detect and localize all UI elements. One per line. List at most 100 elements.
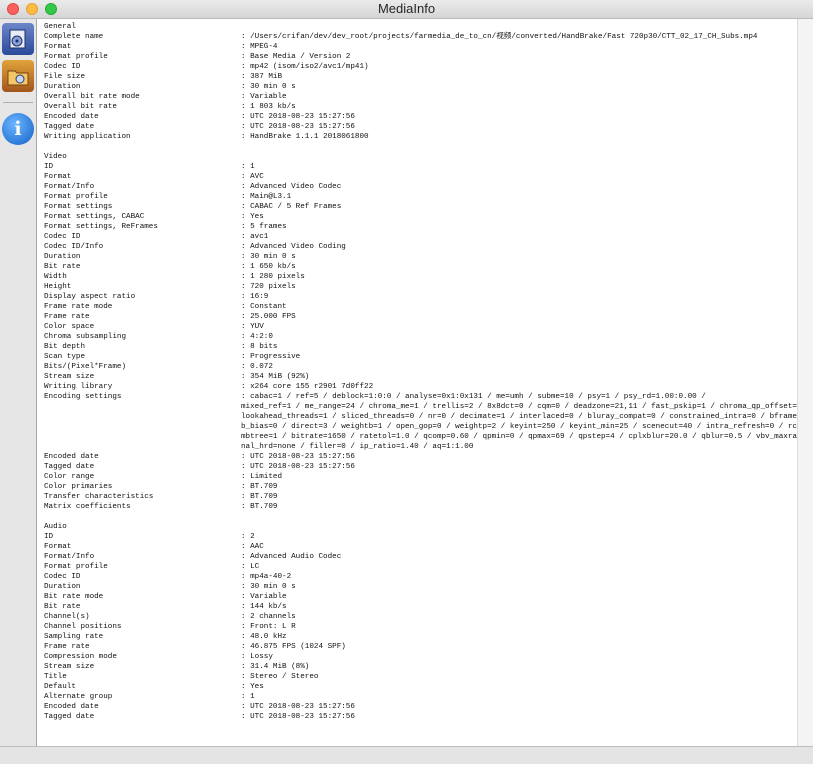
info-row: Encoding settings: cabac=1 / ref=5 / deb… xyxy=(44,392,797,402)
field-label: Channel(s) xyxy=(44,613,90,621)
field-label: Matrix coefficients xyxy=(44,503,131,511)
field-label: Duration xyxy=(44,583,81,591)
field-label: Duration xyxy=(44,253,81,261)
field-label: Bit rate xyxy=(44,263,81,271)
info-row: Bit rate : 1 650 kb/s xyxy=(44,262,797,272)
field-label: Format settings xyxy=(44,203,113,211)
field-value: : Advanced Video Coding xyxy=(241,243,346,251)
info-row: Duration: 30 min 0 s xyxy=(44,82,797,92)
field-label: Encoded date xyxy=(44,703,99,711)
field-label: Bit rate xyxy=(44,603,81,611)
field-value: : 8 bits xyxy=(241,343,278,351)
info-row: nal_hrd=none / filler=0 / ip_ratio=1.40 … xyxy=(44,442,797,452)
field-label: Codec ID/Info xyxy=(44,243,104,251)
info-row: Stream size: 354 MiB (92%) xyxy=(44,372,797,382)
info-row: Encoded date: UTC 2018-08-23 15:27:56 xyxy=(44,112,797,122)
info-row: Transfer characteristics: BT.709 xyxy=(44,492,797,502)
field-value: : Base Media / Version 2 xyxy=(241,53,351,61)
field-label: Overall bit rate mode xyxy=(44,93,140,101)
field-value: : 30 min 0 s xyxy=(241,583,296,591)
field-value: : UTC 2018-08-23 15:27:56 xyxy=(241,453,355,461)
field-value: : Limited xyxy=(241,473,283,481)
section-title: General xyxy=(44,23,76,31)
field-value: lookahead_threads=1 / sliced_threads=0 /… xyxy=(241,413,797,421)
field-value: b_bias=0 / direct=3 / weightb=1 / open_g… xyxy=(241,423,797,431)
field-value: : 46.875 FPS (1024 SPF) xyxy=(241,643,346,651)
field-value: : Main@L3.1 xyxy=(241,193,292,201)
open-folder-icon xyxy=(7,70,29,86)
vertical-scrollbar[interactable] xyxy=(797,19,813,746)
field-value: : avc1 xyxy=(241,233,269,241)
info-row: lookahead_threads=1 / sliced_threads=0 /… xyxy=(44,412,797,422)
report-text-area[interactable]: General Complete name: /Users/crifan/dev/… xyxy=(37,19,797,746)
field-label: Format settings, CABAC xyxy=(44,213,145,221)
window-bottom-bar xyxy=(0,746,813,764)
field-label: Encoding settings xyxy=(44,393,122,401)
info-row: Width: 1 280 pixels xyxy=(44,272,797,282)
media-report: General Complete name: /Users/crifan/dev/… xyxy=(37,19,797,722)
info-row: Duration : 30 min 0 s xyxy=(44,582,797,592)
info-row: Format settings, ReFrames : 5 frames xyxy=(44,222,797,232)
field-label: Format settings, ReFrames xyxy=(44,223,158,231)
field-value: : CABAC / 5 Ref Frames xyxy=(241,203,342,211)
field-value: : Yes xyxy=(241,213,264,221)
info-row: Format/Info: Advanced Audio Codec xyxy=(44,552,797,562)
info-row: Format/Info: Advanced Video Codec xyxy=(44,182,797,192)
field-label: Title xyxy=(44,673,67,681)
field-label: Writing application xyxy=(44,133,131,141)
info-row: Chroma subsampling : 4:2:0 xyxy=(44,332,797,342)
info-row: Codec ID: avc1 xyxy=(44,232,797,242)
info-row: Codec ID: mp4a-40-2 xyxy=(44,572,797,582)
title-bar: MediaInfo xyxy=(0,0,813,19)
field-label: Chroma subsampling xyxy=(44,333,127,341)
about-button[interactable]: i xyxy=(2,113,34,145)
field-value: : Stereo / Stereo xyxy=(241,673,319,681)
field-label: Color space xyxy=(44,323,95,331)
field-value: : 2 channels xyxy=(241,613,296,621)
field-value: : 4:2:0 xyxy=(241,333,273,341)
field-value: : 1 280 pixels xyxy=(241,273,305,281)
field-value: : Advanced Video Codec xyxy=(241,183,342,191)
field-value: : Variable xyxy=(241,93,287,101)
field-value: : 144 kb/s xyxy=(241,603,287,611)
field-label: Bits/(Pixel*Frame) xyxy=(44,363,127,371)
field-value: : 720 pixels xyxy=(241,283,296,291)
field-label: Format/Info xyxy=(44,553,95,561)
field-label: Stream size xyxy=(44,373,95,381)
info-row: Bits/(Pixel*Frame): 0.072 xyxy=(44,362,797,372)
field-value: : MPEG-4 xyxy=(241,43,278,51)
field-value: : 1 650 kb/s xyxy=(241,263,296,271)
field-label: Tagged date xyxy=(44,123,95,131)
field-label: Duration xyxy=(44,83,81,91)
field-value: : 5 frames xyxy=(241,223,287,231)
field-value: : 1 xyxy=(241,693,255,701)
field-label: Tagged date xyxy=(44,463,95,471)
info-row: b_bias=0 / direct=3 / weightb=1 / open_g… xyxy=(44,422,797,432)
open-folder-button[interactable] xyxy=(2,60,34,92)
info-row: Color primaries: BT.709 xyxy=(44,482,797,492)
field-value: : Front: L R xyxy=(241,623,296,631)
info-row: Color space: YUV xyxy=(44,322,797,332)
field-label: File size xyxy=(44,73,86,81)
field-value: : 31.4 MiB (8%) xyxy=(241,663,310,671)
field-label: Codec ID xyxy=(44,63,81,71)
field-label: Frame rate xyxy=(44,643,90,651)
field-value: : 48.0 kHz xyxy=(241,633,287,641)
field-value: : 2 xyxy=(241,533,255,541)
field-label: ID xyxy=(44,533,54,541)
info-row: Format profile: LC xyxy=(44,562,797,572)
field-value: : Constant xyxy=(241,303,287,311)
field-value: : UTC 2018-08-23 15:27:56 xyxy=(241,113,355,121)
window-title: MediaInfo xyxy=(377,1,436,16)
field-value: : UTC 2018-08-23 15:27:56 xyxy=(241,703,355,711)
info-row: Codec ID/Info : Advanced Video Coding xyxy=(44,242,797,252)
open-file-button[interactable] xyxy=(2,23,34,55)
toolbar-separator xyxy=(3,102,33,103)
info-row: mbtree=1 / bitrate=1650 / ratetol=1.0 / … xyxy=(44,432,797,442)
field-value: : Progressive xyxy=(241,353,301,361)
info-row: Frame rate: 25.000 FPS xyxy=(44,312,797,322)
field-label: Sampling rate xyxy=(44,633,104,641)
info-row: Tagged date: UTC 2018-08-23 15:27:56 xyxy=(44,122,797,132)
